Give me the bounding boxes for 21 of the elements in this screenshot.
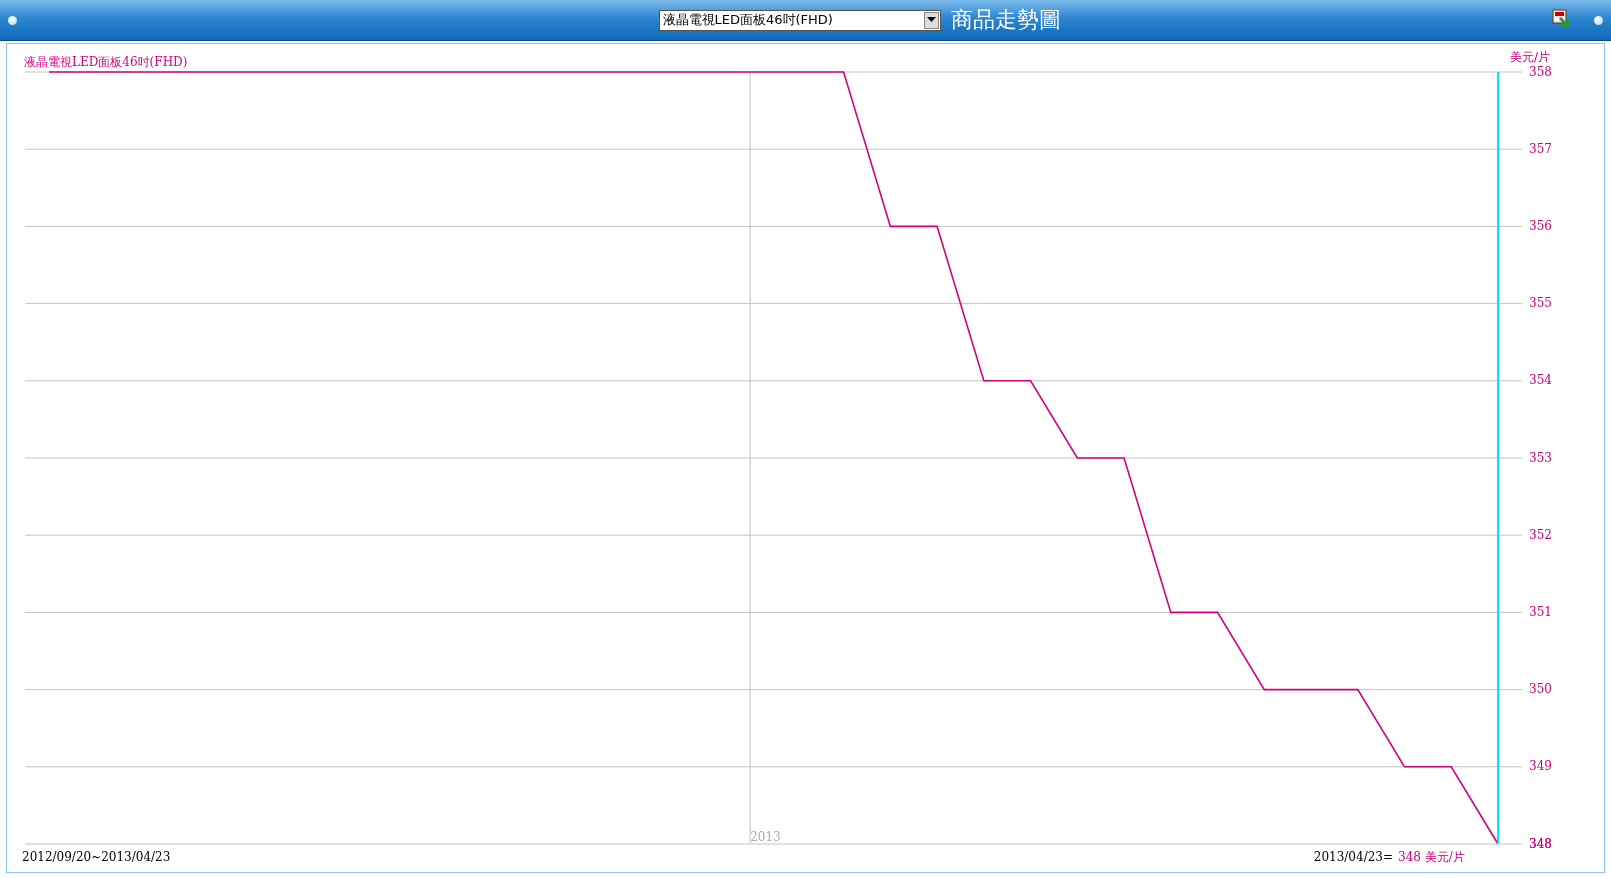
y-tick-label: 352 bbox=[1529, 527, 1552, 542]
y-tick-label: 350 bbox=[1529, 682, 1552, 697]
date-range: 2012/09/20~2013/04/23 bbox=[22, 850, 171, 864]
y-tick-label: 356 bbox=[1529, 218, 1552, 233]
series-label: 液晶電視LED面板46吋(FHD) bbox=[24, 55, 188, 69]
y-tick-label: 351 bbox=[1529, 604, 1552, 619]
y-tick-label: 357 bbox=[1529, 141, 1552, 156]
cursor-date: 2013/04/23= bbox=[1313, 850, 1393, 864]
y-tick-label: 355 bbox=[1529, 296, 1552, 311]
y-tick-label: 354 bbox=[1529, 373, 1552, 388]
chart-title: 商品走勢圖 bbox=[950, 6, 1061, 34]
y-tick-label: 353 bbox=[1529, 450, 1552, 465]
y-tick-label: 358 bbox=[1529, 64, 1552, 79]
unit-label: 美元/片 bbox=[1510, 50, 1551, 64]
year-label: 2013 bbox=[750, 830, 781, 844]
cursor-axis-value: 348 bbox=[1529, 836, 1552, 851]
product-select[interactable]: 液晶電視LED面板46吋(FHD) bbox=[658, 9, 941, 31]
y-tick-label: 349 bbox=[1529, 759, 1552, 774]
corner-dot-icon bbox=[1594, 15, 1603, 25]
corner-dot-icon bbox=[8, 15, 17, 25]
cursor-value: 348 美元/片 bbox=[1398, 850, 1465, 864]
